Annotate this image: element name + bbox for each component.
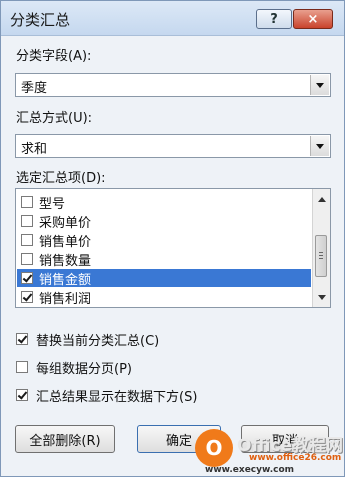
scroll-down-icon[interactable] bbox=[313, 289, 330, 305]
page-break-label: 每组数据分页(P) bbox=[36, 361, 132, 377]
group-field-label: 分类字段(A): bbox=[16, 49, 92, 64]
checkbox-checked[interactable] bbox=[16, 333, 28, 345]
summary-method-select[interactable]: 求和 bbox=[15, 134, 331, 158]
checkbox[interactable] bbox=[21, 253, 33, 265]
checkbox[interactable] bbox=[16, 361, 28, 373]
chevron-down-icon[interactable] bbox=[310, 136, 329, 156]
vertical-scrollbar[interactable] bbox=[312, 189, 330, 307]
list-item[interactable]: 采购单价 bbox=[17, 212, 311, 231]
list-item-label: 销售金额 bbox=[39, 272, 92, 288]
watermark-url-secondary: www.execyw.com bbox=[205, 465, 295, 475]
scroll-thumb[interactable] bbox=[315, 235, 327, 277]
checkbox-checked[interactable] bbox=[21, 291, 33, 303]
subtotal-dialog: 分类汇总 ? × 分类字段(A): 季度 汇总方式(U): 求和 选定汇总项(D… bbox=[0, 0, 345, 477]
summary-items-label: 选定汇总项(D): bbox=[16, 171, 106, 186]
watermark: O Office教程网 www.office26.com www.execyw.… bbox=[191, 421, 345, 478]
replace-current-label: 替换当前分类汇总(C) bbox=[36, 333, 160, 349]
close-button[interactable]: × bbox=[293, 9, 333, 29]
scroll-up-icon[interactable] bbox=[313, 191, 330, 207]
list-item-label: 销售数量 bbox=[39, 253, 92, 269]
checkbox[interactable] bbox=[21, 196, 33, 208]
checkbox[interactable] bbox=[21, 215, 33, 227]
summary-method-value: 求和 bbox=[21, 142, 48, 157]
list-item[interactable]: 销售单价 bbox=[17, 231, 311, 250]
replace-current-option[interactable]: 替换当前分类汇总(C) bbox=[16, 329, 159, 349]
summary-below-label: 汇总结果显示在数据下方(S) bbox=[36, 389, 198, 405]
list-item-selected[interactable]: 销售金额 bbox=[17, 269, 311, 288]
list-item-label: 销售利润 bbox=[39, 291, 92, 307]
list-item-label: 采购单价 bbox=[39, 215, 92, 231]
list-item-label: 销售单价 bbox=[39, 234, 92, 250]
group-field-select[interactable]: 季度 bbox=[15, 73, 331, 97]
list-item-label: 型号 bbox=[39, 196, 66, 212]
chevron-down-icon[interactable] bbox=[310, 75, 329, 95]
checkbox[interactable] bbox=[21, 234, 33, 246]
page-break-option[interactable]: 每组数据分页(P) bbox=[16, 357, 132, 377]
summary-items-list[interactable]: 型号 采购单价 销售单价 销售数量 销售金额 销售利润 bbox=[15, 188, 331, 308]
list-item[interactable]: 型号 bbox=[17, 193, 311, 212]
list-item[interactable]: 销售利润 bbox=[17, 288, 311, 307]
watermark-url: www.office26.com bbox=[249, 453, 342, 463]
office-logo-icon: O bbox=[195, 429, 233, 467]
group-field-value: 季度 bbox=[21, 81, 48, 96]
checkbox-checked[interactable] bbox=[21, 272, 33, 284]
delete-all-button[interactable]: 全部删除(R) bbox=[15, 425, 115, 453]
list-item[interactable]: 销售数量 bbox=[17, 250, 311, 269]
summary-method-label: 汇总方式(U): bbox=[16, 111, 93, 126]
title-bar: 分类汇总 ? × bbox=[1, 1, 344, 36]
checkbox-checked[interactable] bbox=[16, 389, 28, 401]
help-button[interactable]: ? bbox=[256, 9, 292, 29]
summary-below-option[interactable]: 汇总结果显示在数据下方(S) bbox=[16, 385, 197, 405]
dialog-title: 分类汇总 bbox=[10, 11, 71, 29]
